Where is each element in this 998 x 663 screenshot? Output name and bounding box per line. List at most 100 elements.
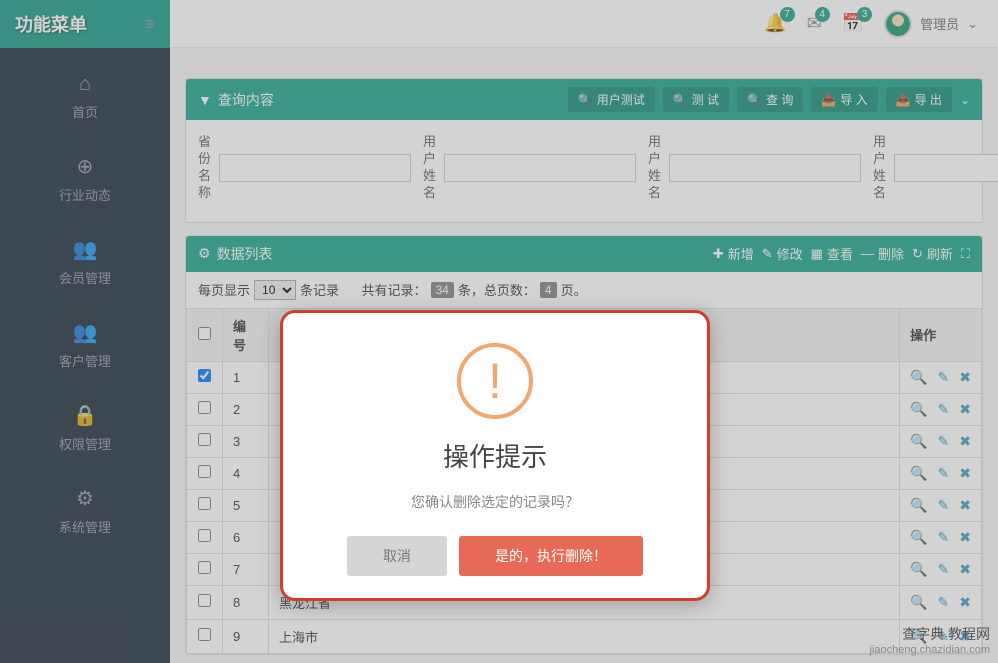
minus-icon: — bbox=[861, 246, 874, 261]
field-username-2: 用户姓名 bbox=[648, 134, 861, 202]
records-suffix: 条记录 bbox=[300, 280, 339, 299]
username-input[interactable] bbox=[669, 154, 861, 182]
grid-icon: ▦ bbox=[811, 246, 823, 262]
home-icon: ⌂ bbox=[79, 73, 91, 96]
query-button[interactable]: 🔍查 询 bbox=[737, 87, 803, 112]
province-input[interactable] bbox=[219, 154, 411, 182]
per-page-select[interactable]: 10 bbox=[254, 280, 296, 300]
row-num: 5 bbox=[223, 489, 269, 521]
view-icon[interactable]: 🔍 bbox=[910, 561, 927, 578]
delete-icon[interactable]: ✖ bbox=[959, 529, 971, 546]
username-input[interactable] bbox=[444, 154, 636, 182]
row-checkbox[interactable] bbox=[198, 561, 211, 574]
field-province: 省份名称 bbox=[198, 134, 411, 202]
search-icon: 🔍 bbox=[747, 93, 762, 107]
edit-icon[interactable]: ✎ bbox=[938, 369, 950, 386]
delete-icon[interactable]: ✖ bbox=[959, 369, 971, 386]
globe-icon: ⊕ bbox=[77, 154, 94, 179]
bell-icon[interactable]: 🔔7 bbox=[764, 13, 786, 34]
edit-icon[interactable]: ✎ bbox=[938, 465, 950, 482]
view-icon[interactable]: 🔍 bbox=[910, 529, 927, 546]
page-suffix: 页。 bbox=[561, 280, 587, 299]
row-checkbox[interactable] bbox=[198, 628, 211, 641]
edit-button[interactable]: ✎修改 bbox=[762, 244, 803, 263]
select-all-checkbox[interactable] bbox=[198, 327, 211, 340]
column-op: 操作 bbox=[900, 308, 982, 361]
edit-icon[interactable]: ✎ bbox=[938, 497, 950, 514]
user-test-button[interactable]: 🔍用户测试 bbox=[568, 87, 655, 112]
confirm-button[interactable]: 是的，执行删除！ bbox=[459, 536, 643, 576]
delete-icon[interactable]: ✖ bbox=[959, 561, 971, 578]
modal-message: 您确认删除选定的记录吗？ bbox=[303, 492, 687, 512]
total-count: 34 bbox=[431, 282, 454, 298]
username-input[interactable] bbox=[894, 154, 998, 182]
row-checkbox[interactable] bbox=[198, 594, 211, 607]
row-checkbox[interactable] bbox=[198, 433, 211, 446]
delete-icon[interactable]: ✖ bbox=[959, 594, 971, 611]
row-num: 8 bbox=[223, 585, 269, 619]
edit-icon[interactable]: ✎ bbox=[938, 594, 950, 611]
sidebar-item-home[interactable]: ⌂ 首页 bbox=[0, 58, 170, 139]
sidebar-item-permissions[interactable]: 🔒 权限管理 bbox=[0, 388, 170, 471]
edit-icon[interactable]: ✎ bbox=[938, 529, 950, 546]
field-username-3: 用户姓名 bbox=[873, 134, 998, 202]
pagination-info: 每页显示 10 条记录 共有记录： 34 条，总页数： 4 页。 bbox=[186, 272, 982, 308]
logo: 功能菜单 bbox=[15, 11, 87, 37]
total-suffix: 条，总页数： bbox=[458, 280, 536, 299]
delete-icon[interactable]: ✖ bbox=[959, 497, 971, 514]
view-icon[interactable]: 🔍 bbox=[910, 369, 927, 386]
view-icon[interactable]: 🔍 bbox=[910, 497, 927, 514]
test-button[interactable]: 🔍测 试 bbox=[663, 87, 729, 112]
row-checkbox[interactable] bbox=[198, 369, 211, 382]
user-menu[interactable]: 管理员 ⌄ bbox=[884, 10, 978, 38]
delete-icon[interactable]: ✖ bbox=[959, 401, 971, 418]
view-button[interactable]: ▦查看 bbox=[811, 244, 853, 263]
row-actions: 🔍 ✎ ✖ bbox=[910, 433, 971, 450]
field-label: 用户姓名 bbox=[648, 134, 661, 202]
lock-icon: 🔒 bbox=[73, 403, 98, 428]
sidebar-item-industry[interactable]: ⊕ 行业动态 bbox=[0, 139, 170, 222]
calendar-icon[interactable]: 📅3 bbox=[842, 13, 864, 34]
sidebar-item-label: 系统管理 bbox=[59, 517, 111, 536]
row-num: 9 bbox=[223, 619, 269, 653]
user-name: 管理员 bbox=[920, 14, 959, 33]
row-checkbox[interactable] bbox=[198, 465, 211, 478]
delete-icon[interactable]: ✖ bbox=[959, 465, 971, 482]
delete-button[interactable]: —删除 bbox=[861, 244, 904, 263]
mail-icon[interactable]: ✉4 bbox=[807, 13, 822, 34]
row-actions: 🔍 ✎ ✖ bbox=[910, 529, 971, 546]
view-icon[interactable]: 🔍 bbox=[910, 433, 927, 450]
edit-icon[interactable]: ✎ bbox=[938, 433, 950, 450]
sidebar-item-system[interactable]: ⚙ 系统管理 bbox=[0, 471, 170, 554]
row-actions: 🔍 ✎ ✖ bbox=[910, 497, 971, 514]
row-checkbox[interactable] bbox=[198, 529, 211, 542]
chevron-down-icon[interactable]: ⌄ bbox=[960, 93, 970, 107]
export-button[interactable]: 📤导 出 bbox=[886, 87, 952, 112]
cancel-button[interactable]: 取消 bbox=[347, 536, 447, 576]
view-icon[interactable]: 🔍 bbox=[910, 401, 927, 418]
search-icon: 🔍 bbox=[578, 93, 593, 107]
add-button[interactable]: ✚新增 bbox=[713, 244, 754, 263]
import-button[interactable]: 📥导 入 bbox=[811, 87, 877, 112]
field-label: 省份名称 bbox=[198, 134, 211, 202]
view-icon[interactable]: 🔍 bbox=[910, 465, 927, 482]
view-icon[interactable]: 🔍 bbox=[910, 594, 927, 611]
row-checkbox[interactable] bbox=[198, 497, 211, 510]
hamburger-icon[interactable]: ≡ bbox=[144, 14, 155, 35]
column-num: 编号 bbox=[223, 308, 269, 361]
edit-icon[interactable]: ✎ bbox=[938, 561, 950, 578]
expand-icon[interactable]: ⛶ bbox=[961, 246, 970, 262]
edit-icon[interactable]: ✎ bbox=[938, 401, 950, 418]
table-row: 9 上海市 🔍 ✎ ✖ bbox=[187, 619, 982, 653]
refresh-button[interactable]: ↻刷新 bbox=[912, 244, 953, 263]
search-icon: 🔍 bbox=[673, 93, 688, 107]
filter-icon: ▼ bbox=[198, 92, 212, 108]
row-checkbox[interactable] bbox=[198, 401, 211, 414]
sidebar-item-customers[interactable]: 👥 客户管理 bbox=[0, 305, 170, 388]
delete-icon[interactable]: ✖ bbox=[959, 433, 971, 450]
search-fields: 省份名称 用户姓名 用户姓名 用户姓名 bbox=[186, 120, 982, 222]
sidebar-menu: ⌂ 首页 ⊕ 行业动态 👥 会员管理 👥 客户管理 🔒 权限管理 ⚙ 系统管理 bbox=[0, 48, 170, 554]
export-icon: 📤 bbox=[896, 93, 911, 107]
badge: 4 bbox=[815, 7, 830, 22]
sidebar-item-members[interactable]: 👥 会员管理 bbox=[0, 222, 170, 305]
